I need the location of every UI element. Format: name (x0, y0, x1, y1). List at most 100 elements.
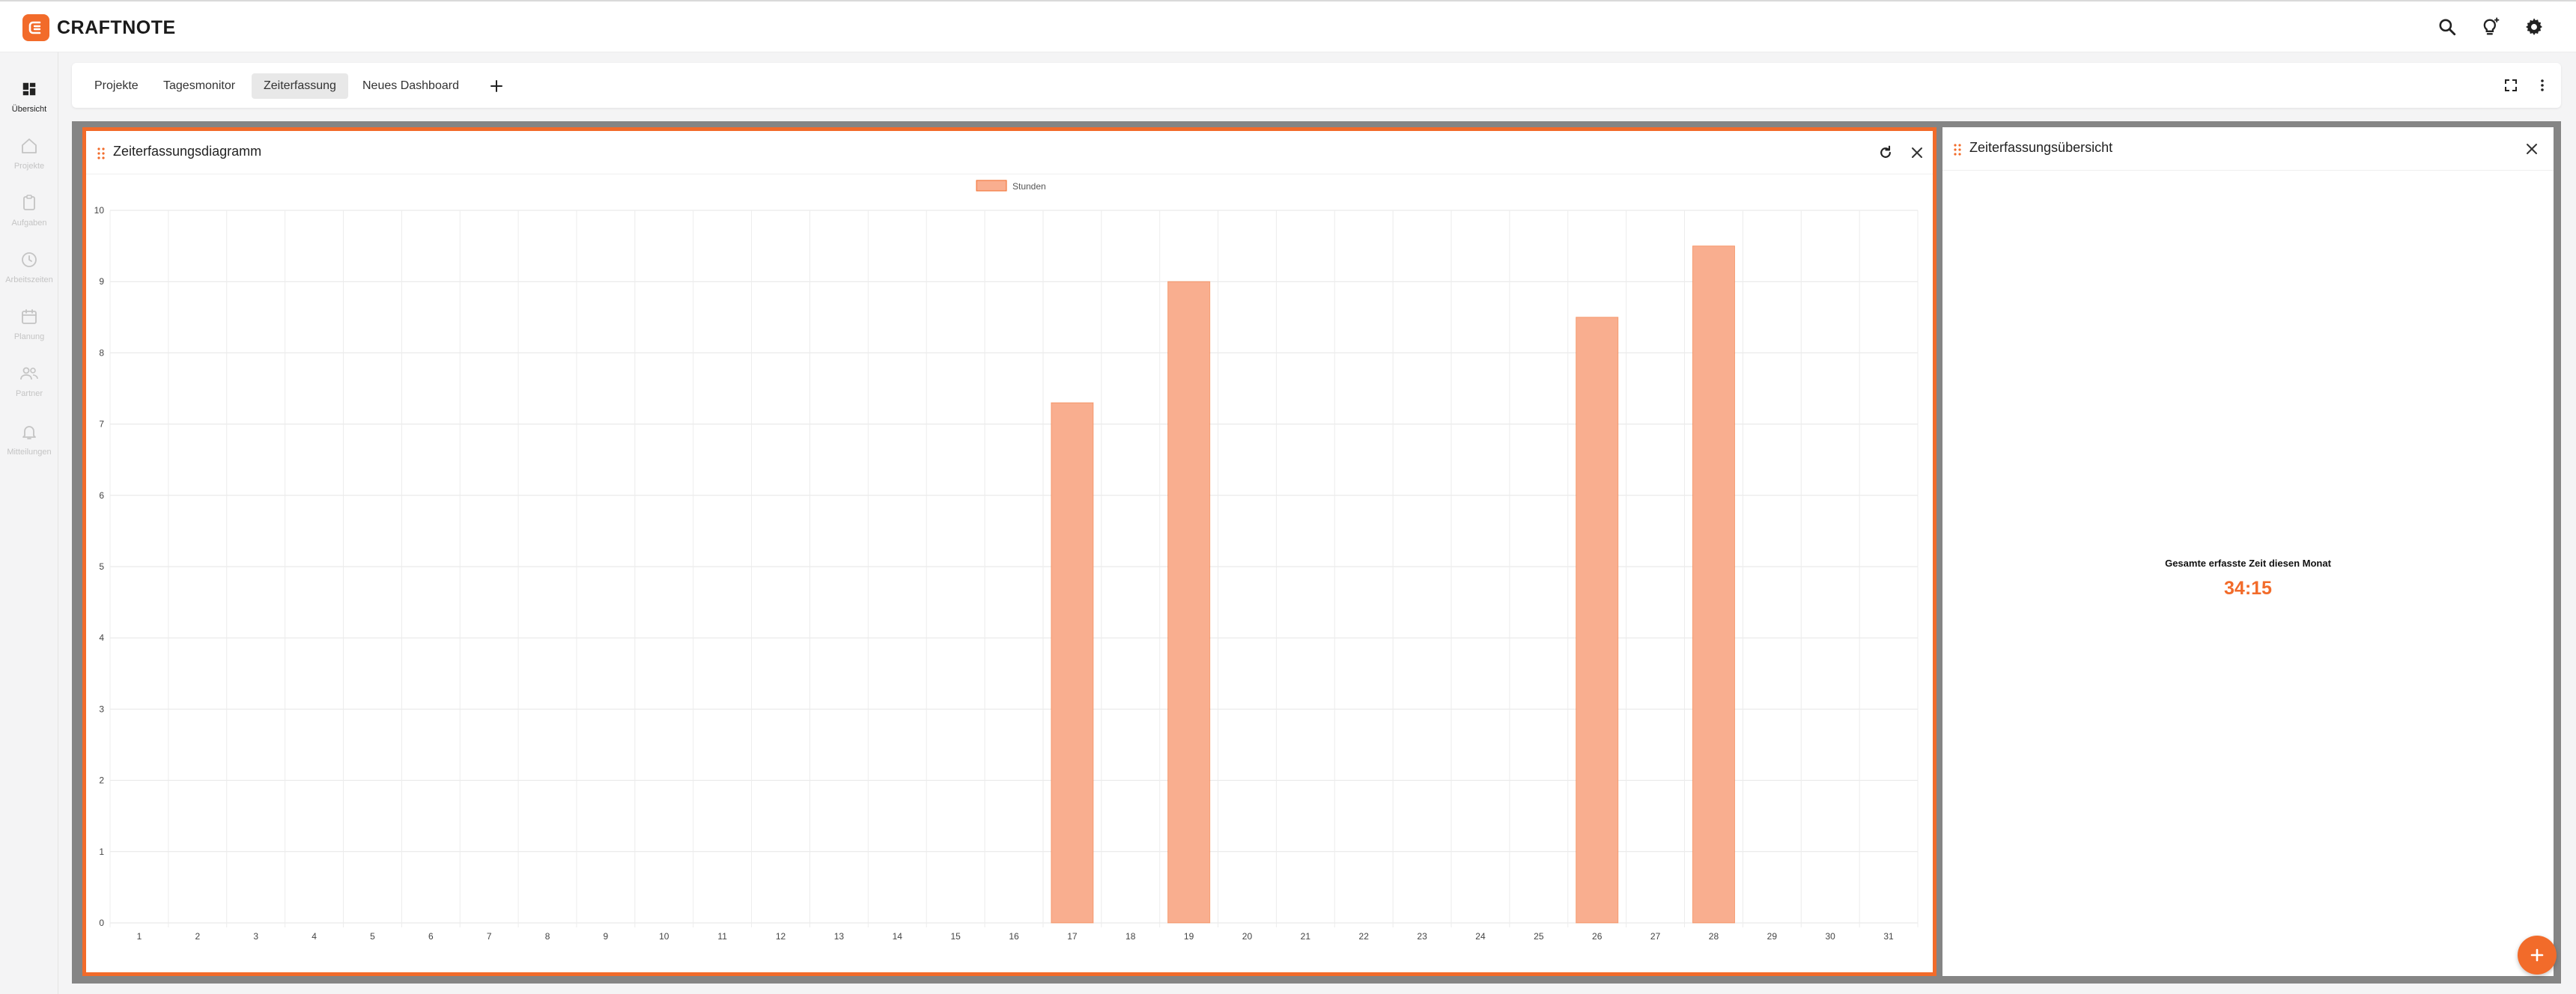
sidebar-item-label: Planung (13, 332, 45, 341)
x-tick-label: 29 (1767, 931, 1778, 942)
x-tick-label: 1 (137, 931, 142, 942)
summary-label: Gesamte erfasste Zeit diesen Monat (2165, 558, 2331, 569)
y-tick-label: 5 (99, 561, 104, 572)
dashboard-grid: Zeiterfassungsdiagramm 0 1 2 3 4 5 6 7 8 9 10 1 2 3 4 5… (72, 121, 2561, 984)
add-tab-button[interactable] (484, 73, 509, 99)
bar-day-26 (1576, 317, 1619, 924)
more-options-button[interactable] (2530, 73, 2555, 98)
chart-widget-title: Zeiterfassungsdiagramm (113, 144, 262, 159)
summary-value: 34:15 (2224, 578, 2272, 599)
drag-handle-icon[interactable] (1953, 143, 1962, 156)
bell-icon (18, 421, 40, 443)
x-tick-label: 21 (1301, 931, 1311, 942)
more-vertical-icon (2541, 79, 2544, 91)
x-tick-label: 18 (1126, 931, 1136, 942)
sidebar-item-label: Partner (15, 389, 43, 398)
x-tick-label: 26 (1592, 931, 1603, 942)
top-bar: CRAFTNOTE (0, 0, 2576, 52)
x-tick-label: 13 (834, 931, 845, 942)
overview-widget-header: Zeiterfassungsübersicht (1942, 127, 2554, 171)
x-tick-label: 31 (1883, 931, 1894, 942)
app-name: CRAFTNOTE (57, 16, 176, 38)
fullscreen-button[interactable] (2498, 73, 2524, 98)
sidebar-item-arbeitszeiten[interactable]: Arbeitszeiten (0, 243, 58, 296)
tab-zeiterfassung[interactable]: Zeiterfassung (252, 73, 348, 99)
close-chart-widget-button[interactable] (1906, 141, 1928, 164)
tab-tagesmonitor[interactable]: Tagesmonitor (151, 73, 247, 99)
bar-day-17 (1051, 402, 1094, 924)
bar-day-19 (1167, 281, 1211, 924)
x-tick-label: 7 (487, 931, 492, 942)
x-tick-label: 12 (776, 931, 786, 942)
fullscreen-icon (2505, 79, 2517, 91)
plus-icon (490, 80, 502, 92)
x-tick-label: 25 (1534, 931, 1544, 942)
close-icon (1912, 147, 1922, 158)
bar-day-28 (1692, 246, 1735, 924)
y-tick-label: 8 (99, 347, 104, 358)
sidebar-item-partner[interactable]: Partner (0, 356, 58, 410)
people-icon (18, 362, 40, 385)
craftnote-logo-icon (22, 14, 49, 41)
sidebar-item-uebersicht[interactable]: Übersicht (0, 72, 58, 126)
clipboard-icon (18, 192, 40, 214)
monthly-time-summary: Gesamte erfasste Zeit diesen Monat 34:15 (1942, 558, 2554, 600)
x-tick-label: 9 (604, 931, 609, 942)
x-tick-label: 6 (428, 931, 434, 942)
calendar-icon (18, 305, 40, 328)
time-tracking-bar-chart: 0123456789101 2 3 4 5 6 7 8 9 10 11 12 13 14 15 16 17 18 1… (94, 180, 1919, 942)
sidebar-item-label: Aufgaben (11, 219, 47, 228)
x-tick-label: 10 (659, 931, 669, 942)
x-tick-label: 22 (1359, 931, 1370, 942)
x-tick-label: 19 (1184, 931, 1194, 942)
drag-handle-icon[interactable] (97, 147, 106, 160)
x-tick-label: 4 (312, 931, 317, 942)
app-logo[interactable]: CRAFTNOTE (22, 14, 176, 41)
gear-icon[interactable] (2522, 15, 2546, 39)
search-icon[interactable] (2435, 15, 2459, 39)
sidebar-item-label: Arbeitszeiten (5, 275, 53, 284)
x-tick-label: 24 (1475, 931, 1486, 942)
y-tick-label: 9 (99, 276, 104, 287)
y-tick-label: 0 (99, 918, 104, 928)
overview-widget: Zeiterfassungsübersicht Gesamte erfasste… (1942, 127, 2554, 976)
sidebar-item-label: Projekte (13, 162, 45, 171)
close-icon (2527, 144, 2537, 154)
x-tick-label: 27 (1650, 931, 1661, 942)
y-tick-label: 6 (99, 490, 104, 501)
lightbulb-icon[interactable] (2479, 15, 2503, 39)
dashboard-tabs: Projekte Tagesmonitor Zeiterfassung Neue… (72, 63, 2561, 108)
plus-icon (2530, 948, 2544, 962)
sidebar-item-mitteilungen[interactable]: Mitteilungen (0, 415, 58, 469)
add-widget-button[interactable] (2518, 936, 2557, 975)
y-tick-label: 2 (99, 775, 104, 786)
sidebar-nav: Übersicht Projekte Aufgaben Arbeitszeite… (0, 52, 58, 994)
legend-label: Stunden (1012, 181, 1046, 192)
chart-widget: Zeiterfassungsdiagramm 0 1 2 3 4 5 6 7 8 9 10 1 2 3 4 5… (82, 127, 1936, 976)
x-tick-label: 14 (893, 931, 903, 942)
y-tick-label: 3 (99, 704, 104, 714)
sidebar-item-label: Übersicht (11, 105, 47, 114)
x-tick-label: 15 (950, 931, 961, 942)
sidebar-item-projekte[interactable]: Projekte (0, 129, 58, 183)
sidebar-item-label: Mitteilungen (7, 448, 52, 457)
refresh-button[interactable] (1874, 141, 1897, 164)
x-tick-label: 5 (370, 931, 375, 942)
x-tick-label: 16 (1009, 931, 1019, 942)
x-tick-label: 3 (253, 931, 258, 942)
sidebar-item-planung[interactable]: Planung (0, 299, 58, 353)
x-tick-label: 8 (545, 931, 550, 942)
close-overview-widget-button[interactable] (2521, 138, 2543, 160)
refresh-icon (1880, 145, 1891, 158)
y-tick-label: 7 (99, 419, 104, 430)
tab-neues-dashboard[interactable]: Neues Dashboard (350, 73, 471, 99)
tab-projekte[interactable]: Projekte (82, 73, 151, 99)
overview-widget-title: Zeiterfassungsübersicht (1969, 140, 2113, 155)
x-tick-label: 20 (1242, 931, 1253, 942)
x-tick-label: 23 (1417, 931, 1427, 942)
sidebar-item-aufgaben[interactable]: Aufgaben (0, 186, 58, 240)
x-tick-label: 11 (717, 931, 727, 942)
y-tick-label: 1 (99, 847, 104, 857)
home-icon (18, 135, 40, 157)
chart-widget-header: Zeiterfassungsdiagramm (86, 131, 1933, 174)
